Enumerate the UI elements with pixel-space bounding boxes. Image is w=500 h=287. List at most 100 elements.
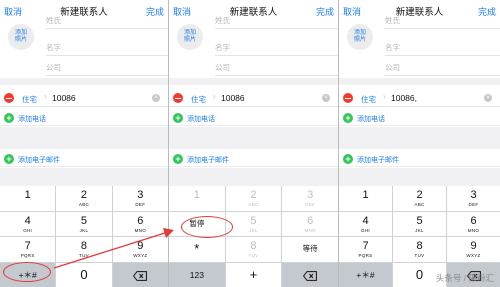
pause-key[interactable]: 暂停 <box>169 211 225 236</box>
first-name-field[interactable]: 名字 <box>385 38 500 56</box>
add-photo-label-1: 添加 <box>353 30 366 36</box>
add-phone-row[interactable]: + 添加电话 <box>0 110 168 126</box>
add-phone-row[interactable]: + 添加电话 <box>339 110 500 126</box>
wait-key[interactable]: 等待 <box>282 237 338 262</box>
phone-type-label[interactable]: 住宅 <box>361 94 376 105</box>
minus-circle-icon[interactable] <box>173 93 183 103</box>
key-4[interactable]: 4 GHI <box>0 211 56 236</box>
key-2: 2 ABC <box>225 186 282 211</box>
add-photo-label-2: 照片 <box>183 37 196 43</box>
clear-icon[interactable]: × <box>322 94 330 102</box>
pause-key-label: 暂停 <box>189 218 205 228</box>
add-photo-button[interactable]: 添加 照片 <box>347 24 373 50</box>
section-divider <box>169 168 338 186</box>
key-letters: MNO <box>467 227 480 233</box>
last-name-field[interactable]: 姓氏 <box>215 11 338 29</box>
key-3[interactable]: 3 DEF <box>447 186 500 211</box>
symbols-key[interactable]: +＊# <box>0 262 56 287</box>
key-0[interactable]: 0 <box>56 262 112 287</box>
key-2[interactable]: 2 ABC <box>56 186 112 211</box>
key-1[interactable]: 1 <box>339 186 392 211</box>
key-digit: 7 <box>362 240 369 252</box>
keypad: 1 2 ABC 3 DEF 4 GHI 5 JKL 6 MNO 7 PQRS 8 TUV 9W… <box>0 186 168 287</box>
clear-icon[interactable]: × <box>152 94 160 102</box>
add-photo-label-1: 添加 <box>183 30 196 36</box>
key-5[interactable]: 5 JKL <box>56 211 112 236</box>
company-field[interactable]: 公司 <box>215 58 338 76</box>
phone-number-input[interactable]: 10086 <box>221 93 245 103</box>
key-8[interactable]: 8 TUV <box>393 237 446 262</box>
add-email-label: 添加电子邮件 <box>187 157 229 164</box>
add-email-row[interactable]: + 添加电子邮件 <box>169 151 338 167</box>
key-letters: ABC <box>248 202 259 207</box>
add-email-row[interactable]: + 添加电子邮件 <box>0 151 168 167</box>
key-digit: 4 <box>24 214 31 227</box>
key-letters: TUV <box>414 253 425 258</box>
key-9[interactable]: 9 WXYZ <box>447 237 500 262</box>
delete-key[interactable] <box>112 262 168 287</box>
key-8: 8 TUV <box>225 237 282 262</box>
section-divider <box>0 168 168 186</box>
key-9[interactable]: 9 WXYZ <box>112 237 168 262</box>
key-4[interactable]: 4 GHI <box>339 211 392 236</box>
phone-type-label[interactable]: 住宅 <box>22 94 37 105</box>
screen-3: 取消 新建联系人 完成 添加 照片 姓氏 名字 公司 住宅 › 10086, ×… <box>338 0 500 287</box>
key-3[interactable]: 3 DEF <box>112 186 168 211</box>
delete-key[interactable] <box>282 262 338 287</box>
add-photo-button[interactable]: 添加 照片 <box>177 24 203 50</box>
key-digit: 9 <box>137 240 144 252</box>
key-8[interactable]: 8 TUV <box>56 237 112 262</box>
key-letters: JKL <box>415 227 424 233</box>
watermark: 头条号 / 果粉汇 <box>435 273 494 283</box>
plus-circle-icon: + <box>4 113 14 123</box>
key-digit: 5 <box>250 214 257 227</box>
section-divider <box>169 127 338 149</box>
last-name-field[interactable]: 姓氏 <box>385 11 500 29</box>
phone-number-input[interactable]: 10086, <box>391 93 417 103</box>
phone-row: 住宅 › 10086 × <box>169 89 338 107</box>
key-digit: 5 <box>80 214 88 227</box>
add-photo-label-1: 添加 <box>14 30 27 36</box>
plus-circle-icon: + <box>4 154 14 164</box>
add-photo-button[interactable]: 添加 照片 <box>8 24 34 50</box>
key-1: 1 <box>169 186 225 211</box>
key-6[interactable]: 6 MNO <box>112 211 168 236</box>
key-letters: JKL <box>79 227 89 233</box>
key-0-label: 0 <box>80 266 88 282</box>
add-email-row[interactable]: + 添加电子邮件 <box>339 151 500 167</box>
minus-circle-icon[interactable] <box>4 93 14 103</box>
key-digit: 3 <box>470 189 477 201</box>
plus-key[interactable]: + <box>225 262 282 287</box>
add-phone-label: 添加电话 <box>18 116 46 123</box>
key-letters: PQRS <box>358 253 373 258</box>
first-name-field[interactable]: 名字 <box>46 38 168 56</box>
key-1[interactable]: 1 <box>0 186 56 211</box>
wait-key-label: 等待 <box>302 244 318 253</box>
phone-number-input[interactable]: 10086 <box>52 93 76 103</box>
numbers-key[interactable]: 123 <box>169 262 225 287</box>
key-digit: 8 <box>250 240 257 252</box>
key-5: 5 JKL <box>225 211 282 236</box>
key-7[interactable]: 7 PQRS <box>0 237 56 262</box>
backspace-icon <box>303 270 318 281</box>
key-2[interactable]: 2 ABC <box>393 186 446 211</box>
key-7[interactable]: 7 PQRS <box>339 237 392 262</box>
last-name-field[interactable]: 姓氏 <box>46 11 168 29</box>
minus-circle-icon[interactable] <box>343 93 353 103</box>
key-5[interactable]: 5 JKL <box>393 211 446 236</box>
clear-icon[interactable]: × <box>484 94 492 102</box>
symbols-key[interactable]: +＊# <box>339 262 392 287</box>
key-letters: MNO <box>134 227 147 233</box>
star-key[interactable]: * <box>169 237 225 262</box>
first-name-field[interactable]: 名字 <box>215 38 338 56</box>
symbols-key-label: +＊# <box>18 269 37 280</box>
phone-row: 住宅 › 10086 × <box>0 89 168 107</box>
company-field[interactable]: 公司 <box>46 58 168 76</box>
phone-type-label[interactable]: 住宅 <box>191 94 206 105</box>
screen-1: 取消 新建联系人 完成 添加 照片 姓氏 名字 公司 住宅 › 10086 × … <box>0 0 168 287</box>
key-digit: 9 <box>470 240 477 252</box>
company-field[interactable]: 公司 <box>385 58 500 76</box>
add-phone-row[interactable]: + 添加电话 <box>169 110 338 126</box>
add-photo-label-2: 照片 <box>353 37 366 43</box>
key-6[interactable]: 6 MNO <box>447 211 500 236</box>
